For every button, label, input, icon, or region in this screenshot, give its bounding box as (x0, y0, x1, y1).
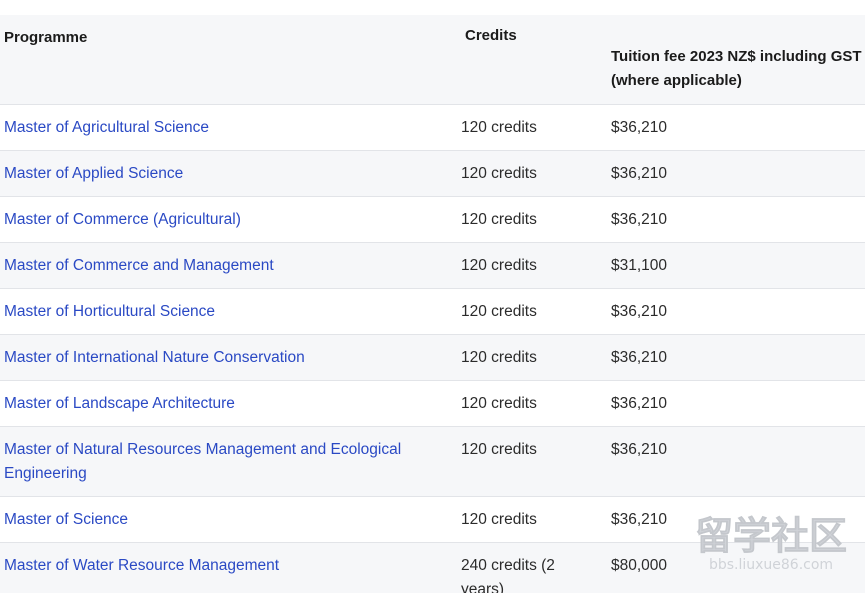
credits-cell: 120 credits (457, 288, 607, 335)
tuition-fee-cell: $36,210 (607, 288, 865, 335)
credits-cell: 120 credits (457, 196, 607, 243)
programme-cell: Master of Agricultural Science (0, 104, 457, 151)
credits-cell: 120 credits (457, 334, 607, 381)
programme-link[interactable]: Master of Landscape Architecture (4, 395, 235, 412)
tuition-fee-cell: $80,000 (607, 542, 865, 593)
table-row: Master of Applied Science 120 credits $36,… (0, 150, 865, 197)
table-body: Master of Agricultural Science 120 credit… (0, 104, 865, 593)
tuition-fee-cell: $36,210 (607, 334, 865, 381)
credits-cell: 120 credits (457, 380, 607, 427)
table-row: Master of Natural Resources Management a… (0, 426, 865, 497)
column-header-credits: Credits (457, 15, 607, 105)
header-row: Programme Credits Tuition fee 2023 NZ$ i… (0, 15, 865, 105)
tuition-fee-cell: $36,210 (607, 196, 865, 243)
programme-cell: Master of Science (0, 496, 457, 543)
tuition-fee-cell: $36,210 (607, 150, 865, 197)
programme-link[interactable]: Master of Commerce and Management (4, 257, 274, 274)
credits-cell: 240 credits (2 years) (457, 542, 607, 593)
table-row: Master of Water Resource Management 240 c… (0, 542, 865, 593)
programme-link[interactable]: Master of Horticultural Science (4, 303, 215, 320)
programme-cell: Master of Landscape Architecture (0, 380, 457, 427)
tuition-fee-cell: $36,210 (607, 496, 865, 543)
programme-link[interactable]: Master of Commerce (Agricultural) (4, 211, 241, 228)
tuition-fee-cell: $36,210 (607, 426, 865, 497)
credits-cell: 120 credits (457, 150, 607, 197)
programme-cell: Master of Applied Science (0, 150, 457, 197)
table-row: Master of Science 120 credits $36,210 (0, 496, 865, 543)
credits-cell: 120 credits (457, 496, 607, 543)
programme-link[interactable]: Master of International Nature Conservat… (4, 349, 305, 366)
programme-link[interactable]: Master of Science (4, 511, 128, 528)
top-strip (0, 0, 865, 15)
programme-cell: Master of Commerce (Agricultural) (0, 196, 457, 243)
programme-cell: Master of Horticultural Science (0, 288, 457, 335)
table-header: Programme Credits Tuition fee 2023 NZ$ i… (0, 15, 865, 105)
programme-cell: Master of International Nature Conservat… (0, 334, 457, 381)
credits-cell: 120 credits (457, 104, 607, 151)
tuition-fee-cell: $31,100 (607, 242, 865, 289)
table-row: Master of Commerce and Management 120 cre… (0, 242, 865, 289)
programme-link[interactable]: Master of Natural Resources Management a… (4, 441, 401, 482)
programme-link[interactable]: Master of Applied Science (4, 165, 183, 182)
table-row: Master of Horticultural Science 120 credi… (0, 288, 865, 335)
table-row: Master of Agricultural Science 120 credit… (0, 104, 865, 151)
credits-cell: 120 credits (457, 242, 607, 289)
table-row: Master of Landscape Architecture 120 cred… (0, 380, 865, 427)
column-header-programme: Programme (0, 15, 457, 105)
page: Programme Credits Tuition fee 2023 NZ$ i… (0, 0, 865, 593)
table-row: Master of International Nature Conservat… (0, 334, 865, 381)
table-row: Master of Commerce (Agricultural) 120 cre… (0, 196, 865, 243)
programme-cell: Master of Natural Resources Management a… (0, 426, 457, 497)
programme-link[interactable]: Master of Water Resource Management (4, 557, 279, 574)
programme-cell: Master of Commerce and Management (0, 242, 457, 289)
programme-link[interactable]: Master of Agricultural Science (4, 119, 209, 136)
tuition-fee-cell: $36,210 (607, 104, 865, 151)
credits-cell: 120 credits (457, 426, 607, 497)
column-header-tuition-fee: Tuition fee 2023 NZ$ including GST (wher… (607, 15, 865, 105)
programme-cell: Master of Water Resource Management (0, 542, 457, 593)
tuition-fee-cell: $36,210 (607, 380, 865, 427)
tuition-fees-table: Programme Credits Tuition fee 2023 NZ$ i… (0, 15, 865, 593)
